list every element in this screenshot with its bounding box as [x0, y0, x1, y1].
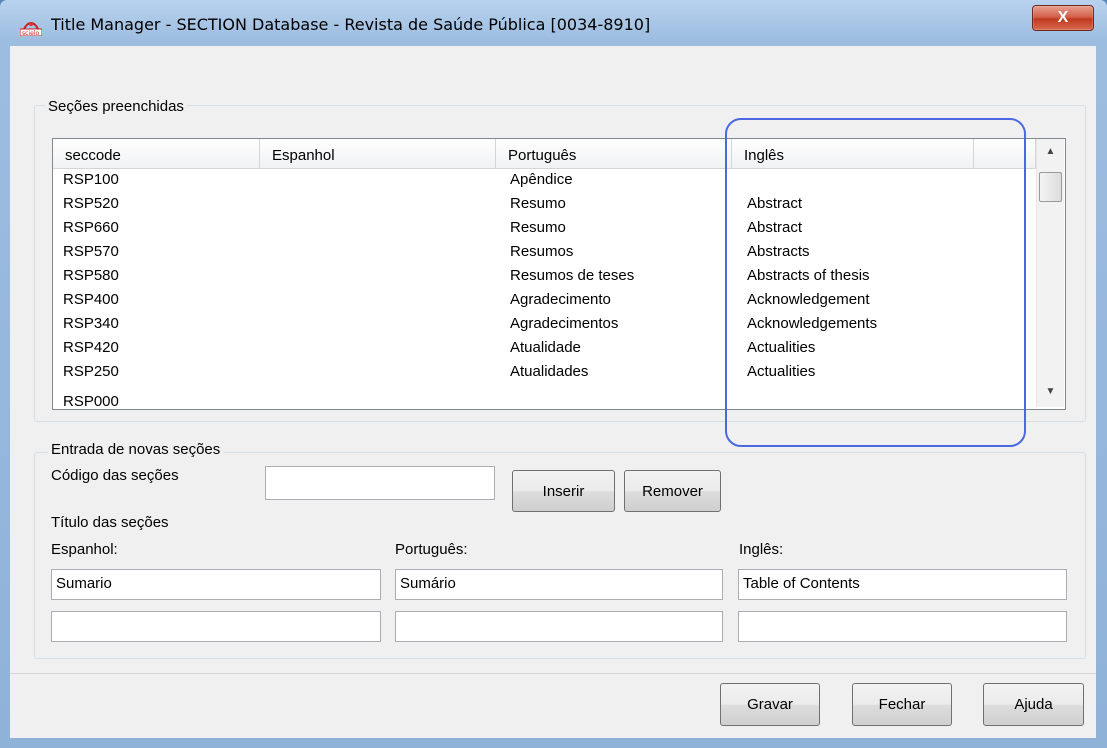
window-title: Title Manager - SECTION Database - Revis…: [51, 15, 651, 34]
insert-button[interactable]: Inserir: [512, 470, 615, 512]
spanish-title-input[interactable]: Sumario: [51, 569, 381, 600]
cell-seccode: RSP340: [63, 315, 119, 332]
cell-seccode-clipped: RSP000: [63, 393, 119, 407]
cell-portugues: Agradecimentos: [510, 315, 619, 332]
cell-portugues: Resumo: [510, 219, 566, 236]
section-code-label: Código das seções: [51, 467, 179, 484]
scroll-up-arrow-icon[interactable]: ▲: [1037, 142, 1064, 162]
cell-seccode: RSP250: [63, 363, 119, 380]
new-sections-label: Entrada de novas seções: [48, 441, 224, 458]
cell-portugues: Atualidades: [510, 363, 589, 380]
highlight-annotation: [725, 118, 1026, 447]
spanish-title-input-2[interactable]: [51, 611, 381, 642]
cell-seccode: RSP100: [63, 171, 119, 188]
portuguese-title-input[interactable]: Sumário: [395, 569, 723, 600]
cell-portugues: Resumo: [510, 195, 566, 212]
svg-text:scielo: scielo: [22, 30, 39, 36]
close-dialog-button[interactable]: Fechar: [852, 683, 952, 726]
cell-seccode: RSP400: [63, 291, 119, 308]
remove-button[interactable]: Remover: [624, 470, 721, 512]
column-header-portugues[interactable]: Português: [496, 139, 732, 169]
list-vertical-scrollbar[interactable]: ▲ ▼: [1036, 139, 1064, 407]
english-label: Inglês:: [739, 541, 784, 558]
close-button[interactable]: X: [1032, 5, 1094, 31]
scroll-down-arrow-icon[interactable]: ▼: [1037, 382, 1064, 402]
english-title-input-2[interactable]: [738, 611, 1067, 642]
cell-portugues: Resumos: [510, 243, 574, 260]
cell-seccode: RSP420: [63, 339, 119, 356]
portuguese-title-input-2[interactable]: [395, 611, 723, 642]
english-title-input[interactable]: Table of Contents: [738, 569, 1067, 600]
column-header-espanhol[interactable]: Espanhol: [260, 139, 496, 169]
cell-seccode: RSP580: [63, 267, 119, 284]
title-bar[interactable]: scielo Title Manager - SECTION Database …: [0, 0, 1107, 46]
cell-portugues: Apêndice: [510, 171, 573, 188]
spanish-label: Espanhol:: [51, 541, 118, 558]
filled-sections-label: Seções preenchidas: [45, 98, 187, 115]
app-icon: scielo: [20, 22, 42, 36]
section-code-input[interactable]: [265, 466, 495, 500]
help-button[interactable]: Ajuda: [983, 683, 1084, 726]
cell-portugues: Agradecimento: [510, 291, 611, 308]
scrollbar-thumb[interactable]: [1039, 172, 1062, 202]
section-titles-label: Título das seções: [51, 514, 169, 531]
cell-seccode: RSP570: [63, 243, 119, 260]
cell-portugues: Resumos de teses: [510, 267, 635, 284]
footer-separator: [10, 673, 1096, 674]
cell-seccode: RSP660: [63, 219, 119, 236]
column-header-seccode[interactable]: seccode: [53, 139, 260, 169]
save-button[interactable]: Gravar: [720, 683, 820, 726]
portuguese-label: Português:: [395, 541, 468, 558]
cell-seccode: RSP520: [63, 195, 119, 212]
cell-portugues: Atualidade: [510, 339, 581, 356]
